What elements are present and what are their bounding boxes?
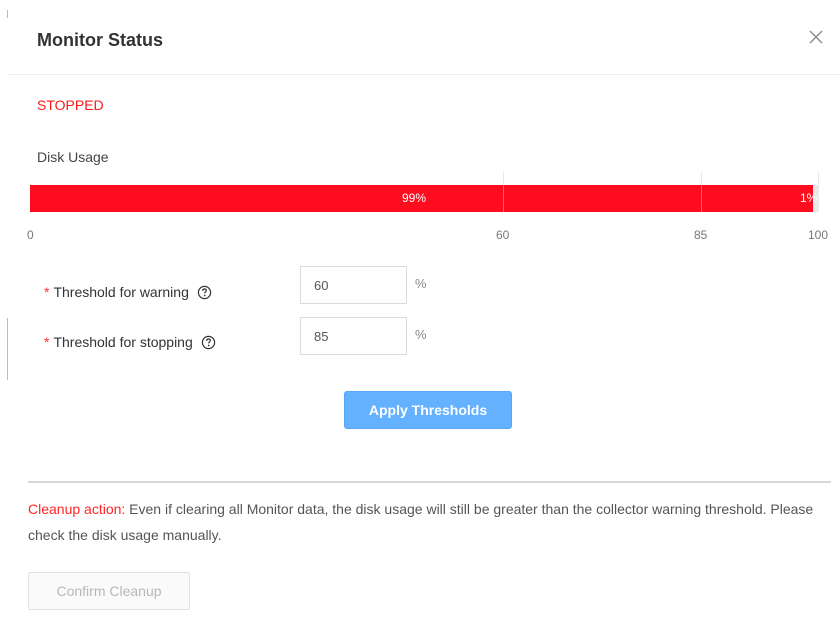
tick-label-100: 100 xyxy=(808,228,829,242)
warning-threshold-label: * Threshold for warning xyxy=(44,284,212,300)
required-mark: * xyxy=(44,284,50,300)
warning-threshold-input[interactable] xyxy=(300,266,407,304)
disk-usage-value-label: 99% xyxy=(402,191,427,205)
question-circle-icon[interactable] xyxy=(197,285,212,300)
tick-label-60: 60 xyxy=(496,228,510,242)
bar-gridline-60 xyxy=(503,185,504,212)
close-button[interactable] xyxy=(807,28,825,46)
tick-gridline-85 xyxy=(701,172,702,185)
cleanup-message: Cleanup action: Even if clearing all Mon… xyxy=(28,496,818,548)
tick-gridline-100 xyxy=(818,172,819,185)
confirm-cleanup-button[interactable]: Confirm Cleanup xyxy=(28,572,190,610)
apply-thresholds-button[interactable]: Apply Thresholds xyxy=(344,391,512,429)
tick-label-0: 0 xyxy=(27,228,34,242)
dialog-title: Monitor Status xyxy=(37,30,163,50)
cleanup-action-heading: Cleanup action: xyxy=(28,501,126,517)
edge-mark xyxy=(7,10,8,18)
stopping-threshold-unit: % xyxy=(415,327,427,342)
tick-label-85: 85 xyxy=(694,228,708,242)
stopping-threshold-label-text: Threshold for stopping xyxy=(53,334,193,350)
stopping-threshold-input[interactable] xyxy=(300,317,407,355)
monitor-status-text: STOPPED xyxy=(37,97,104,113)
tick-gridline-60 xyxy=(503,172,504,185)
bar-gridline-85 xyxy=(701,185,702,212)
dialog-header: Monitor Status xyxy=(9,0,839,75)
left-edge xyxy=(0,0,8,622)
section-divider xyxy=(28,481,831,483)
warning-threshold-label-text: Threshold for warning xyxy=(53,284,189,300)
close-icon xyxy=(809,30,823,44)
cleanup-action-message: Even if clearing all Monitor data, the d… xyxy=(28,501,814,543)
edge-mark xyxy=(7,318,8,380)
disk-usage-overflow-label: 1% xyxy=(800,191,818,205)
stopping-threshold-label: * Threshold for stopping xyxy=(44,334,216,350)
question-circle-icon[interactable] xyxy=(201,335,216,350)
disk-usage-bar: 99% 1% xyxy=(30,185,819,212)
monitor-status-dialog: Monitor Status STOPPED Disk Usage 99% 1%… xyxy=(0,0,839,622)
disk-usage-label: Disk Usage xyxy=(37,149,109,165)
warning-threshold-unit: % xyxy=(415,276,427,291)
required-mark: * xyxy=(44,334,50,350)
